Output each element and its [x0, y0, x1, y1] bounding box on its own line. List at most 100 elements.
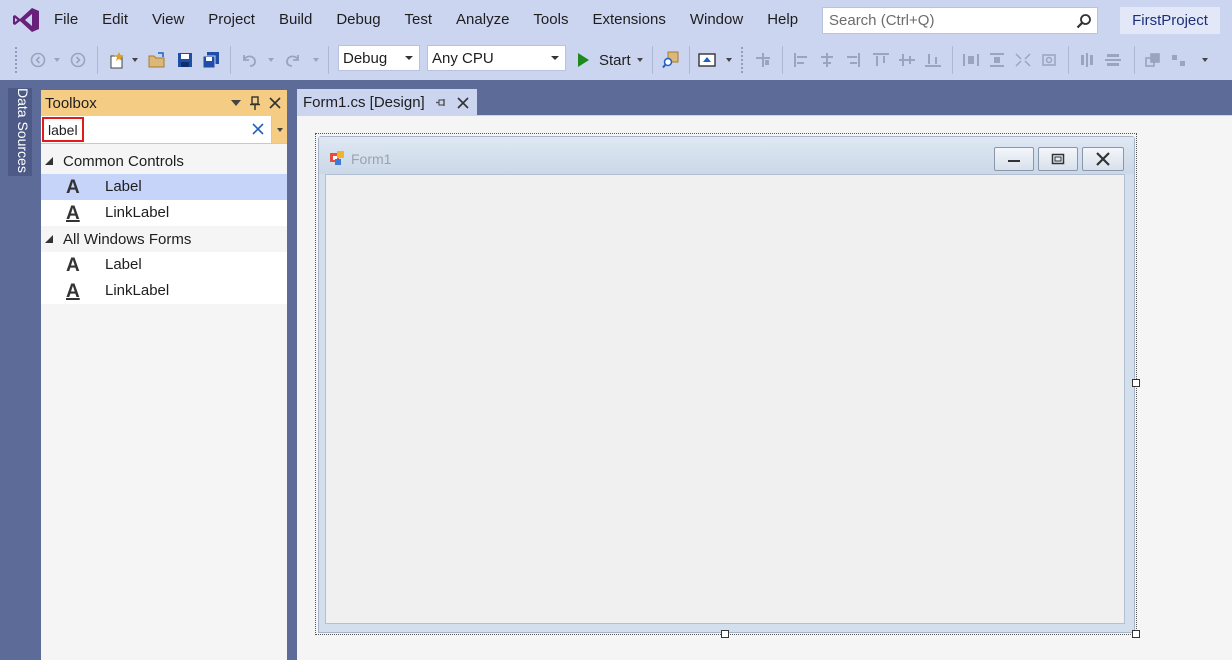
solution-platform-value: Any CPU: [432, 49, 494, 67]
maximize-button[interactable]: [1038, 147, 1078, 171]
make-same-height-icon[interactable]: [986, 48, 1008, 72]
menu-tools[interactable]: Tools: [521, 0, 580, 40]
search-options-dropdown-icon[interactable]: [271, 116, 287, 143]
menu-help[interactable]: Help: [755, 0, 810, 40]
menu-file[interactable]: File: [42, 0, 90, 40]
toolbox-search-input[interactable]: label: [42, 117, 84, 142]
toolbox-item-label[interactable]: A Label: [41, 174, 287, 200]
resize-handle-bottom-right[interactable]: [1132, 630, 1140, 638]
start-label: Start: [599, 51, 631, 69]
align-centers-icon[interactable]: [816, 48, 838, 72]
minimize-icon: [1008, 160, 1020, 162]
pin-tab-icon[interactable]: [435, 96, 447, 113]
window-position-dropdown-icon[interactable]: [231, 100, 241, 106]
menu-project[interactable]: Project: [196, 0, 267, 40]
redo-dropdown-icon[interactable]: [311, 48, 321, 72]
align-rights-icon[interactable]: [842, 48, 864, 72]
save-all-icon[interactable]: [200, 48, 222, 72]
menu-analyze[interactable]: Analyze: [444, 0, 521, 40]
pin-icon[interactable]: [249, 96, 261, 110]
toolbox-item-name: LinkLabel: [105, 204, 170, 221]
toolbar-overflow-icon[interactable]: [722, 48, 736, 72]
toolbar-grip[interactable]: [740, 46, 744, 74]
toolbox-header[interactable]: Toolbox: [41, 90, 287, 116]
align-lefts-icon[interactable]: [790, 48, 812, 72]
toolbar-separator: [782, 46, 783, 74]
save-icon[interactable]: [174, 48, 196, 72]
toolbox-item-linklabel[interactable]: A LinkLabel: [41, 200, 287, 226]
form-client-area[interactable]: [325, 174, 1125, 624]
menu-edit[interactable]: Edit: [90, 0, 140, 40]
menu-build[interactable]: Build: [267, 0, 324, 40]
quick-launch-search: [822, 7, 1098, 34]
expanded-triangle-icon: [45, 157, 53, 165]
start-dropdown-icon[interactable]: [636, 58, 643, 62]
form-icon: [330, 151, 344, 165]
tab-title: Form1.cs [Design]: [303, 93, 425, 111]
align-bottoms-icon[interactable]: [922, 48, 944, 72]
close-button[interactable]: [1082, 147, 1124, 171]
toolbar-overflow-icon[interactable]: [1198, 48, 1212, 72]
resize-handle-bottom[interactable]: [721, 630, 729, 638]
size-to-grid-icon[interactable]: [1012, 48, 1034, 72]
resize-handle-right[interactable]: [1132, 379, 1140, 387]
data-sources-tab[interactable]: Data Sources: [8, 88, 32, 176]
send-to-back-icon[interactable]: [1168, 48, 1190, 72]
horizontal-spacing-icon[interactable]: [1076, 48, 1098, 72]
form1-window[interactable]: Form1: [318, 136, 1135, 633]
find-in-files-icon[interactable]: [660, 48, 682, 72]
form-title: Form1: [351, 151, 392, 167]
new-project-icon[interactable]: [106, 48, 128, 72]
menu-test[interactable]: Test: [393, 0, 445, 40]
toolbox-item-label[interactable]: A Label: [41, 252, 287, 278]
toolbox-item-name: LinkLabel: [105, 282, 170, 299]
bring-to-front-icon[interactable]: [1142, 48, 1164, 72]
solution-platform-select[interactable]: Any CPU: [427, 45, 566, 71]
toolbox-item-name: Label: [105, 256, 142, 273]
minimize-button[interactable]: [994, 147, 1034, 171]
tab-form1-design[interactable]: Form1.cs [Design]: [297, 89, 477, 115]
close-tab-icon[interactable]: [457, 96, 469, 113]
navigate-forward-icon[interactable]: [68, 48, 88, 72]
new-dropdown-icon[interactable]: [130, 48, 140, 72]
solution-configuration-select[interactable]: Debug: [338, 45, 420, 71]
toolbar-separator: [652, 46, 653, 74]
form-title-bar[interactable]: Form1: [319, 137, 1134, 174]
start-debugging-button[interactable]: Start: [574, 48, 643, 72]
close-icon[interactable]: [269, 97, 281, 109]
quick-launch-input[interactable]: [823, 8, 1071, 33]
tab-order-icon[interactable]: [696, 48, 718, 72]
vertical-spacing-icon[interactable]: [1102, 48, 1124, 72]
chevron-down-icon: [405, 56, 413, 60]
visual-studio-logo-icon[interactable]: [12, 7, 40, 33]
undo-icon[interactable]: [238, 48, 260, 72]
maximize-icon: [1051, 153, 1065, 165]
play-icon: [578, 53, 589, 67]
menu-extensions[interactable]: Extensions: [580, 0, 677, 40]
menu-window[interactable]: Window: [678, 0, 755, 40]
open-file-icon[interactable]: [146, 48, 168, 72]
close-icon: [1096, 152, 1110, 166]
toolbar-grip[interactable]: [14, 46, 18, 74]
label-control-icon: A: [66, 255, 80, 276]
clear-search-icon[interactable]: [251, 122, 265, 136]
toolbar-separator: [1134, 46, 1135, 74]
solution-name-badge[interactable]: FirstProject: [1120, 7, 1220, 34]
redo-icon[interactable]: [282, 48, 304, 72]
align-middles-icon[interactable]: [896, 48, 918, 72]
undo-dropdown-icon[interactable]: [266, 48, 276, 72]
toolbox-search-field[interactable]: label: [41, 116, 287, 144]
center-horizontally-icon[interactable]: [1038, 48, 1060, 72]
menu-debug[interactable]: Debug: [324, 0, 392, 40]
back-dropdown-icon[interactable]: [52, 48, 62, 72]
align-to-grid-icon[interactable]: [752, 48, 774, 72]
toolbox-group-all-windows-forms[interactable]: All Windows Forms: [41, 226, 287, 252]
navigate-back-icon[interactable]: [28, 48, 48, 72]
menu-view[interactable]: View: [140, 0, 196, 40]
toolbox-group-common-controls[interactable]: Common Controls: [41, 148, 287, 174]
make-same-width-icon[interactable]: [960, 48, 982, 72]
align-tops-icon[interactable]: [870, 48, 892, 72]
search-icon[interactable]: [1071, 8, 1097, 33]
linklabel-control-icon: A: [66, 281, 80, 302]
toolbox-item-linklabel[interactable]: A LinkLabel: [41, 278, 287, 304]
